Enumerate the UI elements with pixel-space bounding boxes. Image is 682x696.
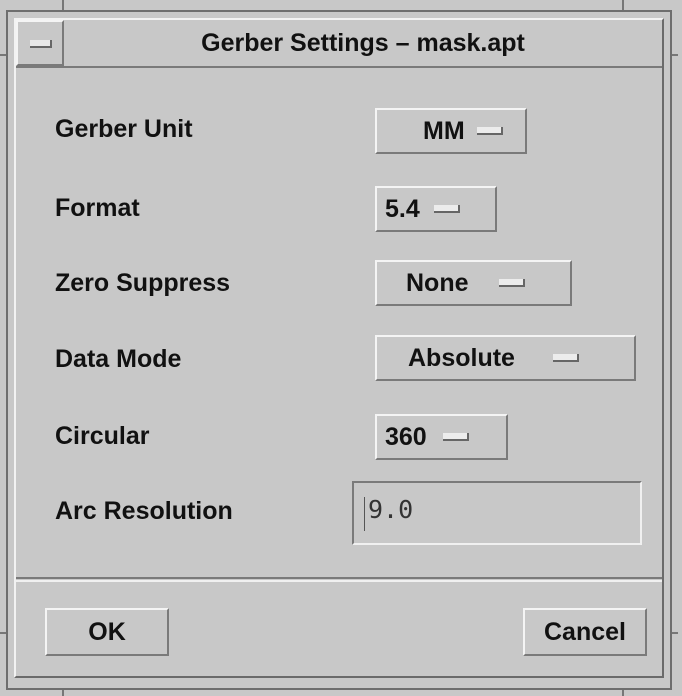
data-mode-label: Data Mode bbox=[55, 345, 182, 373]
title-bar[interactable]: Gerber Settings – mask.apt bbox=[16, 20, 662, 68]
zero-suppress-dropdown[interactable]: None bbox=[375, 260, 572, 306]
frame-tick-right-bottom bbox=[672, 632, 678, 634]
separator bbox=[16, 577, 662, 579]
option-menu-indicator-icon bbox=[433, 205, 460, 213]
option-menu-indicator-icon bbox=[498, 279, 525, 287]
circular-value: 360 bbox=[385, 422, 427, 451]
arc-resolution-input[interactable]: 9.0 bbox=[352, 481, 642, 545]
window-title: Gerber Settings – mask.apt bbox=[201, 29, 525, 57]
ok-button[interactable]: OK bbox=[45, 608, 169, 656]
cancel-button[interactable]: Cancel bbox=[523, 608, 647, 656]
format-label: Format bbox=[55, 194, 140, 222]
gerber-unit-dropdown[interactable]: MM bbox=[375, 108, 527, 154]
frame-tick-right-top bbox=[672, 54, 678, 56]
zero-suppress-label: Zero Suppress bbox=[55, 269, 231, 297]
format-dropdown[interactable]: 5.4 bbox=[375, 186, 497, 232]
zero-suppress-value: None bbox=[406, 268, 469, 297]
option-menu-indicator-icon bbox=[552, 354, 579, 362]
gerber-unit-value: MM bbox=[423, 116, 465, 145]
data-mode-value: Absolute bbox=[408, 343, 515, 372]
frame-tick-bottom-right bbox=[622, 690, 624, 696]
frame-tick-top-left bbox=[62, 0, 64, 10]
circular-label: Circular bbox=[55, 422, 150, 450]
frame-tick-bottom-left bbox=[62, 690, 64, 696]
frame-tick-top-right bbox=[622, 0, 624, 10]
format-value: 5.4 bbox=[385, 194, 420, 223]
option-menu-indicator-icon bbox=[442, 433, 469, 441]
separator-highlight bbox=[16, 580, 662, 582]
arc-resolution-value: 9.0 bbox=[368, 495, 414, 524]
option-menu-indicator-icon bbox=[476, 127, 503, 135]
window-menu-button[interactable] bbox=[16, 20, 64, 66]
data-mode-dropdown[interactable]: Absolute bbox=[375, 335, 636, 381]
circular-dropdown[interactable]: 360 bbox=[375, 414, 508, 460]
arc-resolution-label: Arc Resolution bbox=[55, 497, 233, 525]
gerber-unit-label: Gerber Unit bbox=[55, 115, 193, 143]
window-menu-icon bbox=[30, 40, 52, 48]
